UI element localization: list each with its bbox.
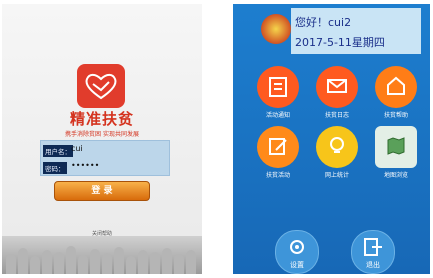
tile-label: 网上统计 [324, 172, 349, 179]
settings-label: 设置 [290, 261, 304, 269]
home-icon [387, 76, 405, 95]
national-emblem-icon [261, 14, 291, 44]
settings-button[interactable]: 设置 [275, 230, 319, 274]
password-row: 密码： •••••• [41, 159, 169, 175]
tile-poverty-log[interactable] [316, 66, 358, 108]
home-screen: 您好！cui2 2017-5-11星期四 活动通知 扶贫日志 扶贫帮助 扶贫活动… [233, 4, 430, 274]
tile-poverty-help[interactable] [375, 66, 417, 108]
login-screen: 精准扶贫 携手消除贫困 实现共同发展 用户名： cui 密码： •••••• 登… [2, 4, 202, 274]
tile-label: 扶贫帮助 [383, 112, 408, 119]
tile-online-stats[interactable] [316, 126, 358, 168]
app-slogan: 携手消除贫困 实现共同发展 [65, 131, 139, 138]
notice-icon [269, 77, 287, 97]
map-icon [387, 137, 405, 155]
username-input[interactable]: cui [71, 144, 83, 153]
tile-poverty-activity[interactable] [257, 126, 299, 168]
tile-activity-notice[interactable] [257, 66, 299, 108]
date-text: 2017-5-11星期四 [295, 36, 385, 49]
bulb-icon [330, 137, 344, 153]
login-form: 用户名： cui 密码： •••••• [40, 140, 170, 176]
login-button[interactable]: 登 录 [54, 181, 150, 201]
greeting-text: 您好！cui2 [295, 16, 352, 29]
password-input[interactable]: •••••• [71, 161, 99, 170]
tile-label: 扶贫日志 [324, 112, 349, 119]
app-logo [77, 64, 125, 108]
username-label: 用户名： [43, 145, 73, 157]
gear-icon [290, 240, 304, 254]
edit-icon [269, 138, 287, 155]
mail-icon [327, 79, 347, 93]
user-header: 您好！cui2 2017-5-11星期四 [291, 8, 421, 54]
tile-label: 地图浏览 [383, 172, 408, 179]
exit-label: 退出 [366, 261, 380, 269]
crowd-illustration [2, 236, 202, 274]
heart-hands-icon [85, 73, 117, 100]
tile-label: 扶贫活动 [265, 172, 290, 179]
app-title: 精准扶贫 [69, 110, 134, 128]
tile-map-browse[interactable] [375, 126, 417, 168]
exit-icon [364, 238, 382, 256]
tile-label: 活动通知 [265, 112, 290, 119]
username-row: 用户名： cui [41, 142, 169, 158]
password-label: 密码： [43, 162, 67, 174]
exit-button[interactable]: 退出 [351, 230, 395, 274]
